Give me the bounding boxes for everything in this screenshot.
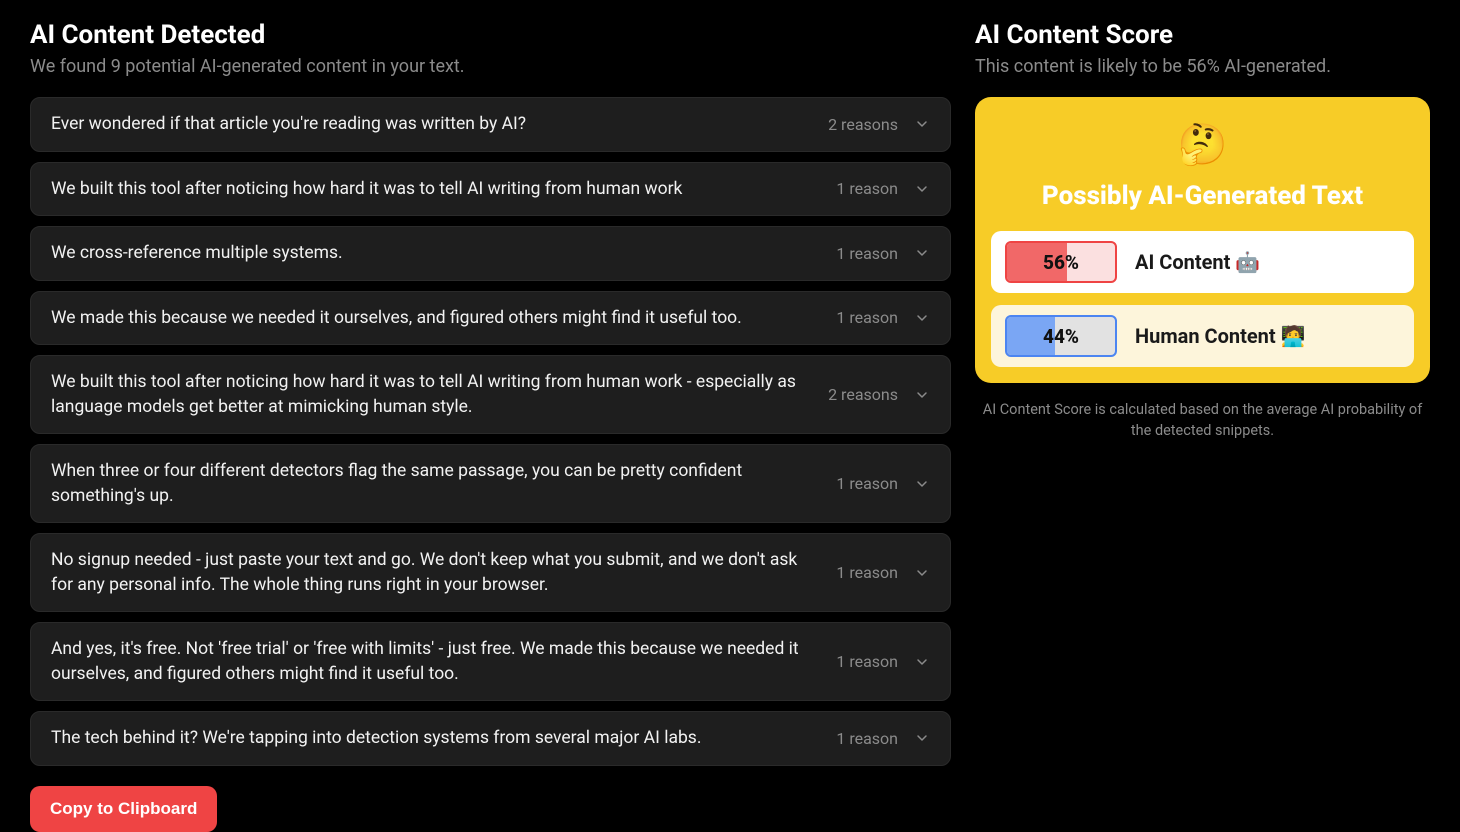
human-content-row: 44% Human Content 🧑‍💻 — [991, 305, 1414, 367]
detected-item-reasons: 2 reasons — [828, 115, 898, 134]
score-card: 🤔 Possibly AI-Generated Text 56% AI Cont… — [975, 97, 1430, 383]
detected-item-text: We built this tool after noticing how ha… — [51, 177, 820, 202]
score-card-heading: Possibly AI-Generated Text — [991, 181, 1414, 211]
chevron-down-icon — [914, 181, 930, 197]
chevron-down-icon — [914, 565, 930, 581]
score-title: AI Content Score — [975, 20, 1430, 50]
detected-item-text: And yes, it's free. Not 'free trial' or … — [51, 637, 820, 686]
chevron-down-icon — [914, 387, 930, 403]
detected-item[interactable]: And yes, it's free. Not 'free trial' or … — [30, 622, 951, 701]
thinking-face-icon: 🤔 — [991, 125, 1414, 165]
ai-percent-bar: 56% — [1005, 241, 1117, 283]
detected-item-text: Ever wondered if that article you're rea… — [51, 112, 812, 137]
detected-item[interactable]: We cross-reference multiple systems. 1 re… — [30, 226, 951, 281]
detected-item-reasons: 1 reason — [836, 244, 898, 263]
chevron-down-icon — [914, 245, 930, 261]
chevron-down-icon — [914, 310, 930, 326]
detected-item-text: When three or four different detectors f… — [51, 459, 820, 508]
detected-item-text: The tech behind it? We're tapping into d… — [51, 726, 820, 751]
chevron-down-icon — [914, 654, 930, 670]
detected-item-reasons: 1 reason — [836, 308, 898, 327]
detected-item-text: We made this because we needed it oursel… — [51, 306, 820, 331]
detected-item-reasons: 1 reason — [836, 652, 898, 671]
detected-item[interactable]: We built this tool after noticing how ha… — [30, 162, 951, 217]
ai-content-label: AI Content 🤖 — [1135, 250, 1400, 274]
detected-item-text: We built this tool after noticing how ha… — [51, 370, 812, 419]
chevron-down-icon — [914, 730, 930, 746]
copy-to-clipboard-button[interactable]: Copy to Clipboard — [30, 786, 217, 832]
detected-item-reasons: 1 reason — [836, 474, 898, 493]
detected-item[interactable]: The tech behind it? We're tapping into d… — [30, 711, 951, 766]
detected-item-reasons: 2 reasons — [828, 385, 898, 404]
chevron-down-icon — [914, 116, 930, 132]
detected-subtitle: We found 9 potential AI-generated conten… — [30, 56, 951, 77]
score-footnote: AI Content Score is calculated based on … — [975, 399, 1430, 441]
human-percent-bar: 44% — [1005, 315, 1117, 357]
chevron-down-icon — [914, 476, 930, 492]
detected-item[interactable]: We built this tool after noticing how ha… — [30, 355, 951, 434]
score-subtitle: This content is likely to be 56% AI-gene… — [975, 56, 1430, 77]
detected-item-reasons: 1 reason — [836, 729, 898, 748]
human-content-label: Human Content 🧑‍💻 — [1135, 324, 1400, 348]
human-percent-label: 44% — [1007, 317, 1115, 355]
detected-item[interactable]: When three or four different detectors f… — [30, 444, 951, 523]
detected-item[interactable]: Ever wondered if that article you're rea… — [30, 97, 951, 152]
detected-item-text: No signup needed - just paste your text … — [51, 548, 820, 597]
detected-item[interactable]: No signup needed - just paste your text … — [30, 533, 951, 612]
detected-item-reasons: 1 reason — [836, 179, 898, 198]
detected-item-text: We cross-reference multiple systems. — [51, 241, 820, 266]
ai-percent-label: 56% — [1007, 243, 1115, 281]
detected-item[interactable]: We made this because we needed it oursel… — [30, 291, 951, 346]
detected-title: AI Content Detected — [30, 20, 951, 50]
ai-content-row: 56% AI Content 🤖 — [991, 231, 1414, 293]
detected-item-reasons: 1 reason — [836, 563, 898, 582]
